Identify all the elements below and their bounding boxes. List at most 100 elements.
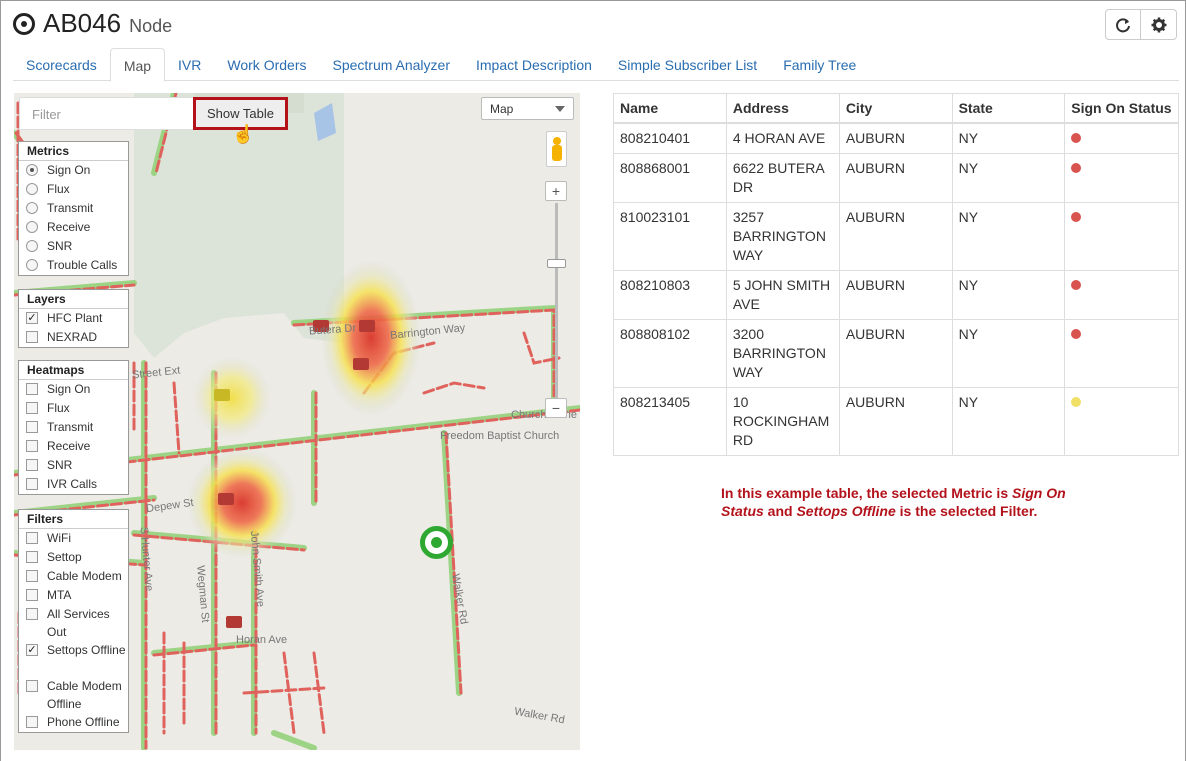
node-location-marker[interactable] (420, 526, 453, 559)
tab-work-orders[interactable]: Work Orders (214, 48, 319, 81)
heatmap-option-ivr-calls[interactable]: IVR Calls (19, 475, 128, 494)
table-header-row: Name Address City State Sign On Status (613, 93, 1179, 124)
heatmap-option-receive[interactable]: Receive (19, 437, 128, 456)
checkbox[interactable] (26, 402, 38, 414)
status-dot-icon (1071, 280, 1082, 290)
filter-option-settops-offline[interactable]: ✓ Settops Offline (19, 641, 128, 677)
metric-option-receive[interactable]: Receive (19, 218, 128, 237)
table-row[interactable]: 808210803 5 JOHN SMITH AVE AUBURN NY (613, 270, 1179, 320)
checkbox-checked[interactable]: ✓ (26, 312, 38, 324)
layer-option-hfc-plant[interactable]: ✓ HFC Plant (19, 309, 128, 328)
checkbox[interactable] (26, 459, 38, 471)
radio[interactable] (26, 221, 38, 233)
checkbox[interactable] (26, 383, 38, 395)
refresh-button[interactable] (1105, 9, 1141, 40)
checkbox[interactable] (26, 532, 38, 544)
cell-name: 808210803 (613, 270, 727, 320)
filter-option-cable-modem-offline[interactable]: Cable Modem Offline (19, 677, 128, 713)
checkbox-checked[interactable]: ✓ (26, 644, 38, 656)
table-row[interactable]: 808868001 6622 BUTERA DR AUBURN NY (613, 153, 1179, 203)
layer-option-nexrad[interactable]: NEXRAD (19, 328, 128, 347)
column-header-address[interactable]: Address (725, 93, 840, 124)
cell-city: AUBURN (838, 319, 953, 388)
filter-option-all-services-out[interactable]: All Services Out (19, 605, 128, 641)
column-header-city[interactable]: City (838, 93, 953, 124)
checkbox[interactable] (26, 440, 38, 452)
layers-panel-title: Layers (19, 290, 128, 309)
zoom-out-button[interactable]: − (545, 398, 567, 418)
cell-city: AUBURN (838, 153, 953, 203)
zoom-in-button[interactable]: + (545, 181, 567, 201)
status-dot-icon (1071, 397, 1082, 407)
heatmap-option-transmit[interactable]: Transmit (19, 418, 128, 437)
cell-state: NY (951, 387, 1066, 456)
radio[interactable] (26, 202, 38, 214)
heatmap-option-sign-on[interactable]: Sign On (19, 380, 128, 399)
checkbox[interactable] (26, 589, 38, 601)
column-header-sign-on-status[interactable]: Sign On Status (1064, 93, 1179, 124)
tab-spectrum-analyzer[interactable]: Spectrum Analyzer (319, 48, 463, 81)
filter-option-cable-modem[interactable]: Cable Modem (19, 567, 128, 586)
cell-address: 5 JOHN SMITH AVE (725, 270, 840, 320)
table-row[interactable]: 808808102 3200 BARRINGTON WAY AUBURN NY (613, 319, 1179, 388)
table-row[interactable]: 808213405 10 ROCKINGHAM RD AUBURN NY (613, 387, 1179, 456)
checkbox[interactable] (26, 478, 38, 490)
metric-option-snr[interactable]: SNR (19, 237, 128, 256)
tab-impact-description[interactable]: Impact Description (463, 48, 605, 81)
table-row[interactable]: 810023101 3257 BARRINGTON WAY AUBURN NY (613, 202, 1179, 271)
tab-simple-subscriber-list[interactable]: Simple Subscriber List (605, 48, 770, 81)
checkbox[interactable] (26, 570, 38, 582)
metric-option-flux[interactable]: Flux (19, 180, 128, 199)
cell-status (1064, 319, 1179, 388)
metric-option-trouble-calls[interactable]: Trouble Calls (19, 256, 128, 275)
checkbox[interactable] (26, 421, 38, 433)
radio-selected[interactable] (26, 164, 38, 176)
filter-input[interactable]: Filter (19, 97, 194, 130)
page-title: AB046 (43, 8, 122, 38)
filter-option-mta[interactable]: MTA (19, 586, 128, 605)
filter-option-wifi[interactable]: WiFi (19, 529, 128, 548)
tab-scorecards[interactable]: Scorecards (13, 48, 110, 81)
column-header-state[interactable]: State (951, 93, 1066, 124)
map-type-select[interactable]: Map (481, 97, 574, 120)
tab-family-tree[interactable]: Family Tree (770, 48, 869, 81)
checkbox[interactable] (26, 716, 38, 728)
zoom-slider-track[interactable] (555, 203, 558, 398)
radio[interactable] (26, 240, 38, 252)
heatmap-option-flux[interactable]: Flux (19, 399, 128, 418)
radio[interactable] (26, 259, 38, 271)
filter-label: Cable Modem Offline (47, 679, 122, 711)
subscriber-table: Name Address City State Sign On Status 8… (613, 93, 1179, 456)
heatmap-label: SNR (47, 458, 73, 472)
street-view-pegman-icon[interactable] (546, 131, 567, 167)
cell-name: 810023101 (613, 202, 727, 271)
heatmaps-panel-title: Heatmaps (19, 361, 128, 380)
checkbox[interactable] (26, 551, 38, 563)
cell-name: 808868001 (613, 153, 727, 203)
filter-option-phone-offline[interactable]: Phone Offline (19, 713, 128, 732)
layer-label: HFC Plant (47, 311, 103, 325)
metric-option-transmit[interactable]: Transmit (19, 199, 128, 218)
metric-option-sign-on[interactable]: Sign On (19, 161, 128, 180)
checkbox[interactable] (26, 680, 38, 692)
annotation-note: In this example table, the selected Metr… (721, 484, 1111, 520)
table-row[interactable]: 808210401 4 HORAN AVE AUBURN NY (613, 122, 1179, 154)
tab-ivr[interactable]: IVR (165, 48, 214, 81)
filter-option-settop[interactable]: Settop (19, 548, 128, 567)
tab-map[interactable]: Map (109, 48, 166, 82)
checkbox[interactable] (26, 608, 38, 620)
filter-label: Settop (47, 550, 82, 564)
radio[interactable] (26, 183, 38, 195)
settings-button[interactable] (1141, 9, 1177, 40)
heatmap-option-snr[interactable]: SNR (19, 456, 128, 475)
zoom-control: + − (545, 181, 569, 419)
street-label-horan: Horan Ave (236, 634, 288, 646)
column-header-name[interactable]: Name (613, 93, 727, 124)
zoom-slider-handle[interactable] (547, 259, 566, 268)
checkbox[interactable] (26, 331, 38, 343)
cell-city: AUBURN (838, 270, 953, 320)
chevron-down-icon (555, 105, 565, 112)
cell-address: 10 ROCKINGHAM RD (725, 387, 840, 456)
map-canvas[interactable]: Freedom Baptist Church Church of the Wal… (14, 93, 580, 750)
metrics-panel-title: Metrics (19, 142, 128, 161)
